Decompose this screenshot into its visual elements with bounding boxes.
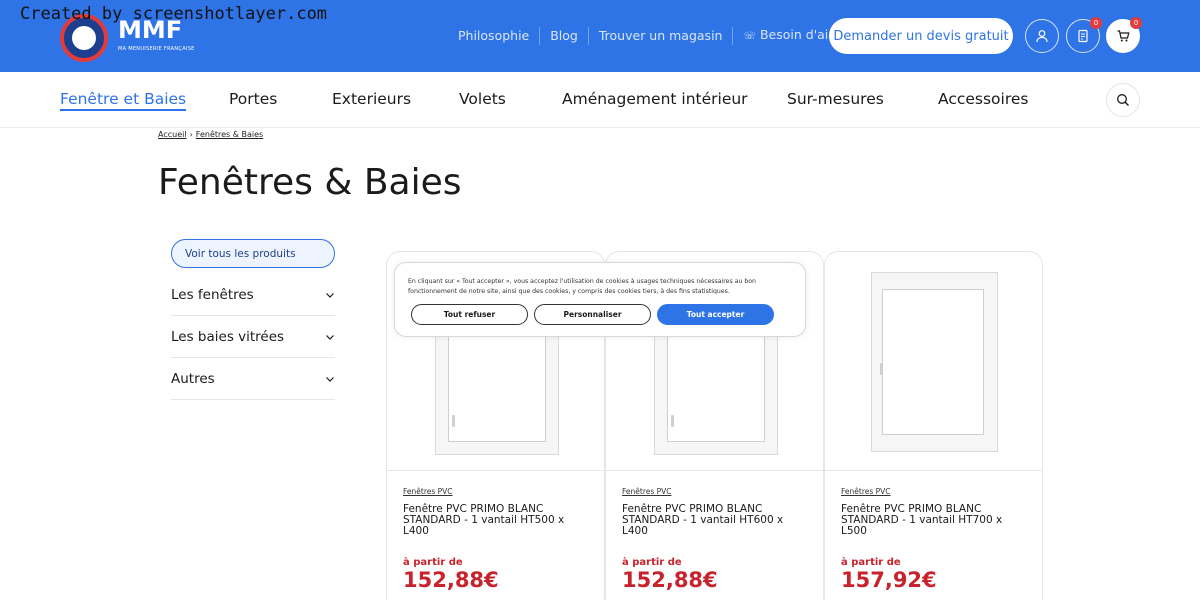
chevron-down-icon — [326, 334, 334, 340]
search-button[interactable] — [1106, 83, 1140, 117]
product-image[interactable] — [825, 252, 1042, 471]
nav-sur-mesures[interactable]: Sur-mesures — [787, 90, 884, 108]
cookie-accept-button[interactable]: Tout accepter — [657, 304, 774, 325]
sidebar-category-label: Autres — [171, 370, 215, 387]
cookie-customize-button[interactable]: Personnaliser — [534, 304, 651, 325]
user-icon — [1036, 30, 1048, 43]
sidebar-category-fenetres[interactable]: Les fenêtres — [171, 274, 335, 316]
sidebar-category-label: Les fenêtres — [171, 286, 254, 303]
top-links: Philosophie Blog Trouver un magasin ☏ Bes… — [448, 26, 869, 46]
page-title: Fenêtres & Baies — [158, 162, 462, 203]
toplink-blog[interactable]: Blog — [540, 27, 589, 45]
quote-list-button[interactable]: 0 — [1066, 17, 1102, 53]
breadcrumb-home[interactable]: Accueil — [158, 130, 187, 139]
chevron-down-icon — [326, 376, 334, 382]
free-quote-button[interactable]: Demander un devis gratuit — [829, 18, 1013, 54]
product-name[interactable]: Fenêtre PVC PRIMO BLANC STANDARD - 1 van… — [841, 504, 1031, 537]
breadcrumb-current[interactable]: Fenêtres & Baies — [196, 130, 263, 139]
brand-tagline: MA MENUISERIE FRANÇAISE — [118, 46, 195, 52]
window-illustration — [871, 272, 998, 452]
chevron-down-icon — [326, 292, 334, 298]
product-price-prefix: à partir de — [841, 557, 901, 568]
cart-button[interactable]: 0 — [1106, 17, 1142, 53]
nav-portes[interactable]: Portes — [229, 90, 277, 108]
main-navigation: Fenêtre et Baies Portes Exterieurs Volet… — [0, 72, 1200, 128]
document-icon — [1078, 29, 1088, 43]
sidebar-category-baies-vitrees[interactable]: Les baies vitrées — [171, 316, 335, 358]
product-card[interactable]: Fenêtres PVC Fenêtre PVC PRIMO BLANC STA… — [824, 251, 1043, 600]
quote-count-badge: 0 — [1090, 17, 1102, 29]
phone-icon: ☏ — [743, 31, 756, 42]
toplink-store-locator[interactable]: Trouver un magasin — [589, 27, 734, 45]
product-price: 152,88€ — [622, 568, 718, 592]
cookie-refuse-button[interactable]: Tout refuser — [411, 304, 528, 325]
nav-exterieurs[interactable]: Exterieurs — [332, 90, 411, 108]
product-category-link[interactable]: Fenêtres PVC — [841, 487, 891, 496]
search-icon — [1117, 94, 1129, 106]
nav-volets[interactable]: Volets — [459, 90, 506, 108]
product-category-link[interactable]: Fenêtres PVC — [403, 487, 453, 496]
product-price-prefix: à partir de — [622, 557, 682, 568]
toplink-philosophie[interactable]: Philosophie — [448, 27, 541, 45]
product-category-link[interactable]: Fenêtres PVC — [622, 487, 672, 496]
nav-fenetres-baies[interactable]: Fenêtre et Baies — [60, 90, 187, 111]
product-name[interactable]: Fenêtre PVC PRIMO BLANC STANDARD - 1 van… — [403, 504, 593, 537]
sidebar-category-label: Les baies vitrées — [171, 328, 285, 345]
breadcrumb: Accueil › Fenêtres & Baies — [158, 130, 263, 139]
sidebar-category-autres[interactable]: Autres — [171, 358, 335, 400]
view-all-products-button[interactable]: Voir tous les produits — [171, 239, 335, 268]
watermark-text: Created by screenshotlayer.com — [20, 4, 328, 24]
account-button[interactable] — [1025, 19, 1059, 53]
product-name[interactable]: Fenêtre PVC PRIMO BLANC STANDARD - 1 van… — [622, 504, 812, 537]
nav-amenagement-interieur[interactable]: Aménagement intérieur — [562, 90, 748, 108]
product-price: 157,92€ — [841, 568, 937, 592]
cart-count-badge: 0 — [1130, 17, 1142, 29]
product-price-prefix: à partir de — [403, 557, 463, 568]
cookie-consent-text: En cliquant sur « Tout accepter », vous … — [408, 278, 756, 295]
product-price: 152,88€ — [403, 568, 499, 592]
breadcrumb-separator-icon: › — [189, 130, 193, 139]
cart-icon — [1117, 30, 1130, 42]
nav-accessoires[interactable]: Accessoires — [938, 90, 1029, 108]
cookie-consent-banner: En cliquant sur « Tout accepter », vous … — [394, 262, 806, 337]
